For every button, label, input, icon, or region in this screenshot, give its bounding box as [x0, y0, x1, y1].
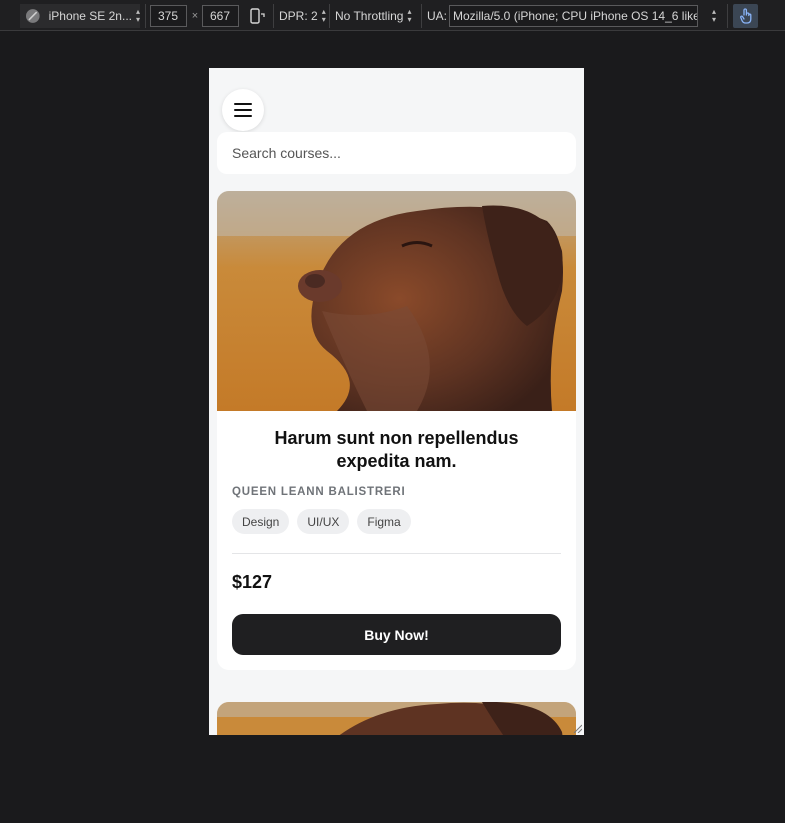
resize-grip-icon[interactable]: [572, 723, 582, 733]
dpr-select[interactable]: DPR: 2 ▴ ▾: [279, 4, 326, 28]
ua-input[interactable]: Mozilla/5.0 (iPhone; CPU iPhone OS 14_6 …: [449, 5, 698, 27]
chevron-updown-icon: ▴ ▾: [135, 7, 140, 24]
menu-button[interactable]: [222, 89, 264, 131]
tag-figma[interactable]: Figma: [357, 509, 411, 534]
course-card: Harum sunt non repellendus expedita nam.…: [217, 191, 576, 670]
touch-toggle-button[interactable]: [733, 4, 758, 28]
ua-dropdown[interactable]: ▴ ▾: [704, 4, 720, 28]
tag-ui-ux[interactable]: UI/UX: [297, 509, 350, 534]
course-title: Harum sunt non repellendus expedita nam.: [274, 428, 519, 471]
course-price: $127: [232, 572, 273, 592]
search-input[interactable]: [217, 132, 576, 174]
course-author: QUEEN LEANN BALISTRERI: [232, 486, 406, 498]
throttling-select[interactable]: No Throttling ▴ ▾: [335, 4, 419, 28]
separator: [329, 4, 330, 28]
throttling-label: No Throttling: [335, 9, 404, 23]
tag-design[interactable]: Design: [232, 509, 290, 534]
buy-now-button[interactable]: Buy Now!: [232, 614, 561, 655]
rotate-button[interactable]: [246, 4, 268, 28]
device-select[interactable]: iPhone SE 2n... ▴ ▾: [20, 4, 140, 28]
course-image: [217, 191, 576, 411]
separator: [273, 4, 274, 28]
course-image-next: [217, 702, 576, 735]
width-input[interactable]: 375: [150, 5, 187, 27]
divider: [232, 553, 561, 554]
dpr-label: DPR: 2: [279, 9, 318, 23]
separator: [727, 4, 728, 28]
device-viewport: Harum sunt non repellendus expedita nam.…: [209, 68, 584, 735]
chevron-updown-icon: ▴ ▾: [321, 7, 326, 24]
rotate-icon: [250, 8, 265, 24]
touch-hand-icon: [739, 8, 751, 24]
separator: [145, 4, 146, 28]
height-input[interactable]: 667: [202, 5, 239, 27]
ua-label: UA:: [427, 9, 448, 23]
device-icon: [25, 9, 40, 23]
device-name: iPhone SE 2n...: [48, 9, 132, 23]
tag-list: Design UI/UX Figma: [232, 509, 411, 534]
hamburger-icon: [234, 103, 252, 117]
chevron-updown-icon: ▴ ▾: [711, 7, 716, 24]
separator: [421, 4, 422, 28]
chevron-updown-icon: ▴ ▾: [407, 7, 412, 24]
devtools-toolbar: iPhone SE 2n... ▴ ▾ 375 × 667 DPR: 2 ▴ ▾ N…: [0, 0, 785, 31]
course-card-next: [217, 702, 576, 735]
dimension-separator: ×: [191, 10, 199, 22]
